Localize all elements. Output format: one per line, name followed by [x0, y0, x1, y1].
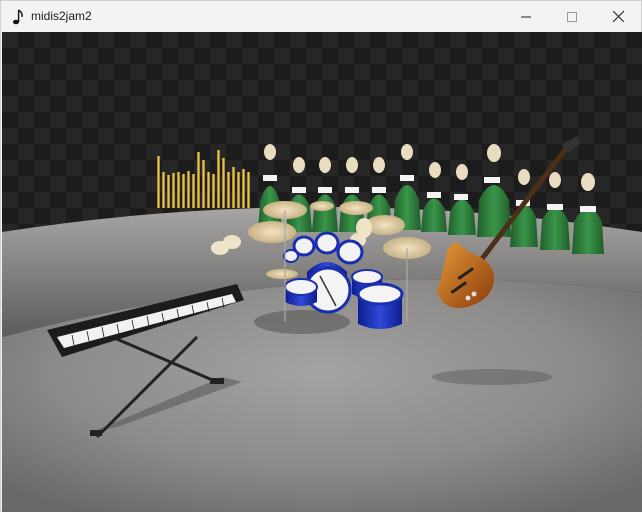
title-bar[interactable]: midis2jam2 [1, 1, 641, 32]
app-window: midis2jam2 [0, 0, 642, 512]
maximize-icon [567, 11, 577, 22]
close-icon [612, 11, 624, 22]
minimize-button[interactable] [503, 1, 549, 32]
window-title: midis2jam2 [31, 9, 92, 23]
3d-scene [2, 32, 642, 512]
close-button[interactable] [595, 1, 641, 32]
maximize-button[interactable] [549, 1, 595, 32]
eighth-note-icon [13, 9, 23, 25]
render-viewport[interactable] [2, 32, 642, 512]
minimize-icon [521, 16, 531, 17]
